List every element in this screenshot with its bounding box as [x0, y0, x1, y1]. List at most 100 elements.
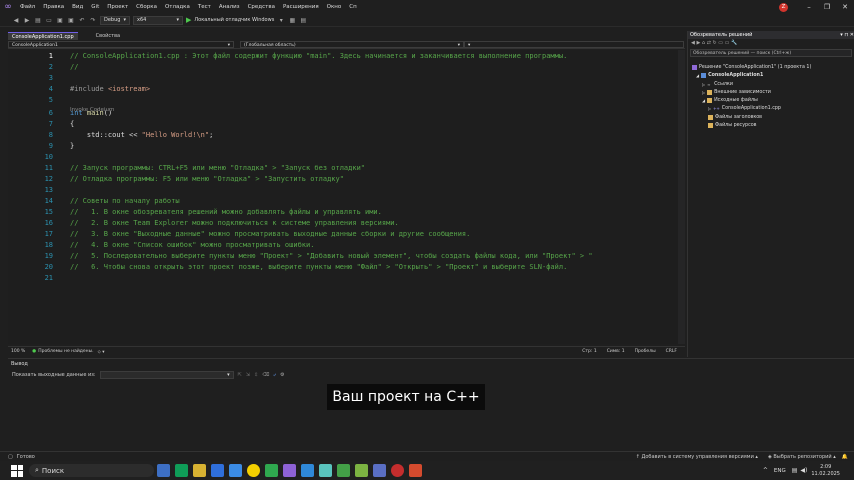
home-icon[interactable]: ⌂: [702, 40, 705, 46]
next-message-icon[interactable]: ⇳: [254, 372, 258, 378]
menu-item[interactable]: Окно: [323, 0, 346, 14]
recorder-icon[interactable]: [390, 464, 404, 477]
member-dropdown[interactable]: ▾: [464, 41, 684, 48]
show-all-icon[interactable]: ▭: [725, 40, 730, 46]
start-debugging-icon[interactable]: ▶: [186, 16, 191, 24]
menu-item[interactable]: Отладка: [161, 0, 194, 14]
menu-item[interactable]: Файл: [16, 0, 39, 14]
open-icon[interactable]: ▭: [45, 17, 53, 24]
outlook-icon[interactable]: [228, 464, 242, 477]
menu-item[interactable]: Средства: [244, 0, 279, 14]
tree-item-references[interactable]: ▷ ∞ Ссылки: [702, 82, 733, 87]
menu-item[interactable]: Расширения: [279, 0, 323, 14]
menu-item[interactable]: Проект: [103, 0, 132, 14]
select-repository-button[interactable]: ◈ Выбрать репозиторий ▴: [768, 454, 836, 460]
menu-item[interactable]: Правка: [39, 0, 68, 14]
platform-dropdown[interactable]: x64 ▾: [133, 15, 183, 25]
restore-icon[interactable]: ❐: [818, 3, 836, 11]
folder-icon: [708, 123, 713, 128]
project-scope-dropdown[interactable]: ConsoleApplication1 ▾: [8, 41, 234, 48]
menu-item[interactable]: Анализ: [215, 0, 244, 14]
forward-icon[interactable]: ▶: [696, 40, 700, 46]
new-project-icon[interactable]: ▤: [34, 17, 42, 24]
add-to-source-control-button[interactable]: ↑ Добавить в систему управления версиями…: [636, 454, 758, 460]
notifications-icon[interactable]: 🔔: [842, 454, 848, 460]
start-button-icon[interactable]: [11, 464, 23, 477]
tree-item-source-files[interactable]: ◢ Исходные файлы: [702, 98, 758, 103]
tree-item-header-files[interactable]: Файлы заголовков: [708, 115, 762, 120]
tab-properties[interactable]: Свойства: [92, 32, 124, 40]
menu-item[interactable]: Тест: [194, 0, 215, 14]
notepad-icon[interactable]: [354, 464, 368, 477]
problems-status[interactable]: Проблемы не найдены.: [38, 349, 93, 354]
language-indicator[interactable]: ENG: [774, 468, 786, 474]
file-explorer-icon[interactable]: [192, 464, 206, 477]
char-indicator[interactable]: Симв: 1: [607, 349, 625, 354]
save-all-icon[interactable]: ▣: [67, 17, 75, 24]
clear-all-icon[interactable]: ⌫: [262, 372, 269, 378]
telegram-icon[interactable]: [264, 464, 278, 477]
panel-controls-icon[interactable]: ▾ ⊓ ✕: [840, 31, 854, 39]
tree-item-cpp-file[interactable]: ▷ ++ ConsoleApplication1.cpp: [708, 106, 781, 111]
terminal-icon[interactable]: [318, 464, 332, 477]
project-node[interactable]: ◢ ConsoleApplication1: [696, 73, 763, 78]
start-debugging-button[interactable]: Локальный отладчик Windows: [194, 17, 274, 23]
user-avatar[interactable]: Z: [779, 2, 788, 12]
line-indicator[interactable]: Стр: 1: [582, 349, 596, 354]
navigate-forward-icon[interactable]: ▶: [23, 17, 31, 24]
properties-icon[interactable]: 🔧: [731, 40, 737, 46]
configuration-dropdown[interactable]: Debug ▾: [100, 15, 130, 25]
solution-node[interactable]: Решение "ConsoleApplication1" (1 проекта…: [692, 65, 811, 70]
code-line: // 1. В окне обозревателя решений можно …: [70, 208, 382, 216]
code-line: {: [70, 120, 75, 128]
navigate-back-icon[interactable]: ◀: [12, 17, 20, 24]
codelens-hint[interactable]: Invoke Codeium: [70, 107, 114, 113]
taskbar-search-box[interactable]: ⌕ Поиск: [29, 464, 154, 477]
vscode-icon[interactable]: [300, 464, 314, 477]
minimize-icon[interactable]: –: [800, 3, 818, 11]
back-icon[interactable]: ◀: [691, 40, 695, 46]
clock[interactable]: 2:09 11.02.2025: [811, 464, 840, 478]
word-wrap-icon[interactable]: ⤶: [273, 372, 276, 378]
zoom-level[interactable]: 100 %: [8, 349, 28, 354]
network-icon[interactable]: ▤: [792, 467, 798, 474]
volume-icon[interactable]: ◀): [800, 467, 807, 474]
output-source-dropdown[interactable]: ▾: [99, 371, 234, 379]
tree-item-resource-files[interactable]: Файлы ресурсов: [708, 123, 756, 128]
collapse-icon[interactable]: ▭: [718, 40, 723, 46]
find-message-icon[interactable]: ⇱: [238, 372, 242, 378]
chevron-down-icon[interactable]: ▾: [277, 17, 285, 24]
excel-icon[interactable]: [336, 464, 350, 477]
hot-reload-icon[interactable]: ▦: [288, 17, 296, 24]
edge-icon[interactable]: [174, 464, 188, 477]
undo-icon[interactable]: ↶: [78, 17, 86, 24]
code-editor[interactable]: 1 // ConsoleApplication1.cpp : Этот файл …: [8, 50, 685, 344]
prev-message-icon[interactable]: ⇲: [246, 372, 250, 378]
scrollbar-vertical[interactable]: [678, 50, 685, 344]
show-hidden-icons-icon[interactable]: ^: [763, 467, 768, 474]
toolbar-options-icon[interactable]: ▤: [299, 17, 307, 24]
solution-search-input[interactable]: Обозреватель решений — поиск (Ctrl+ж): [690, 49, 852, 57]
global-scope-dropdown[interactable]: (Глобальная область) ▾: [240, 41, 464, 48]
menu-item[interactable]: Git: [87, 0, 103, 14]
refresh-icon[interactable]: ↻: [712, 40, 716, 46]
menu-item[interactable]: Сборка: [132, 0, 161, 14]
powerpoint-icon[interactable]: [408, 464, 422, 477]
yandex-browser-icon[interactable]: [246, 464, 260, 477]
output-settings-icon[interactable]: ⚙: [280, 372, 284, 378]
visual-studio-taskbar-icon[interactable]: [372, 464, 386, 477]
tree-item-external-dependencies[interactable]: ▷ Внешние зависимости: [702, 90, 771, 95]
tab-consoleapplication1-cpp[interactable]: ConsoleApplication1.cpp: [8, 32, 78, 40]
menu-item[interactable]: Вид: [68, 0, 87, 14]
problems-options-icon[interactable]: ⬦ ▾: [98, 349, 105, 355]
redo-icon[interactable]: ↷: [89, 17, 97, 24]
task-view-icon[interactable]: [156, 464, 170, 477]
whitespace-indicator[interactable]: Пробелы: [635, 349, 656, 354]
sync-icon[interactable]: ⇄: [707, 40, 711, 46]
menu-item[interactable]: Сп: [345, 0, 360, 14]
obs-icon[interactable]: [282, 464, 296, 477]
save-icon[interactable]: ▣: [56, 17, 64, 24]
store-icon[interactable]: [210, 464, 224, 477]
line-ending-indicator[interactable]: CRLF: [666, 349, 677, 354]
close-icon[interactable]: ✕: [836, 3, 854, 11]
